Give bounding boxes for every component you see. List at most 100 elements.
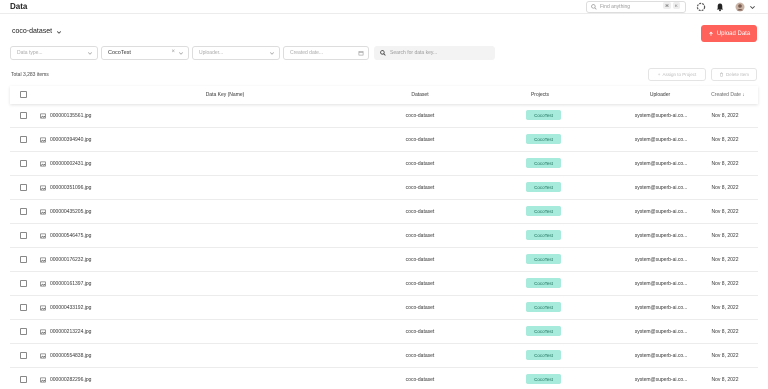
dataset-cell: coco-dataset — [405, 353, 435, 359]
project-tag[interactable]: CocoTest — [526, 326, 561, 336]
project-tag[interactable]: CocoTest — [526, 374, 561, 384]
uploader-cell: system@superb-ai.co... — [634, 329, 688, 335]
data-key-search-input[interactable]: Search for data key... — [374, 46, 495, 60]
uploader-cell: system@superb-ai.co... — [634, 305, 688, 311]
row-checkbox[interactable] — [20, 304, 27, 311]
project-tag[interactable]: CocoTest — [526, 134, 561, 144]
table-row[interactable]: 000000176232.jpg coco-dataset CocoTest syst… — [10, 248, 758, 272]
table-row[interactable]: 000000433192.jpg coco-dataset CocoTest syst… — [10, 296, 758, 320]
uploader-cell: system@superb-ai.co... — [634, 233, 688, 239]
delete-item-button[interactable]: Delete Item — [711, 68, 757, 81]
uploader-placeholder: Uploader... — [199, 50, 224, 56]
column-header-data-key[interactable]: Data Key (Name) — [170, 92, 280, 98]
table-row[interactable]: 000000282296.jpg coco-dataset CocoTest syst… — [10, 368, 758, 389]
table-row[interactable]: 000000161397.jpg coco-dataset CocoTest syst… — [10, 272, 758, 296]
uploader-cell: system@superb-ai.co... — [634, 185, 688, 191]
project-tag[interactable]: CocoTest — [526, 254, 561, 264]
global-search-placeholder: Find anything — [600, 4, 631, 10]
data-key-cell[interactable]: 000000282296.jpg — [50, 377, 91, 383]
table-row[interactable]: 000000351096.jpg coco-dataset CocoTest syst… — [10, 176, 758, 200]
row-checkbox[interactable] — [20, 232, 27, 239]
project-tag[interactable]: CocoTest — [526, 206, 561, 216]
shortcut-cmd-key: ⌘ — [663, 2, 671, 9]
row-checkbox[interactable] — [20, 160, 27, 167]
uploader-filter[interactable]: Uploader... — [192, 46, 280, 60]
column-header-dataset[interactable]: Dataset — [390, 92, 450, 98]
total-items-count: Total 3,283 items — [11, 72, 49, 78]
table-row[interactable]: 000000435205.jpg coco-dataset CocoTest syst… — [10, 200, 758, 224]
assign-to-project-button[interactable]: + Assign to Project — [648, 68, 706, 81]
dataset-selector[interactable]: coco-dataset — [12, 28, 62, 35]
data-key-cell[interactable]: 000000161397.jpg — [50, 281, 91, 287]
data-type-placeholder: Data type... — [17, 50, 43, 56]
created-date-cell: Nov 8, 2022 — [711, 137, 739, 143]
project-tag[interactable]: CocoTest — [526, 230, 561, 240]
row-checkbox[interactable] — [20, 184, 27, 191]
search-icon — [591, 4, 597, 10]
avatar[interactable] — [735, 2, 745, 12]
row-checkbox[interactable] — [20, 280, 27, 287]
data-key-cell[interactable]: 000000135561.jpg — [50, 113, 91, 119]
table-row[interactable]: 000000002431.jpg coco-dataset CocoTest syst… — [10, 152, 758, 176]
project-tag[interactable]: CocoTest — [526, 110, 561, 120]
assign-to-project-label: Assign to Project — [662, 72, 697, 77]
created-date-cell: Nov 8, 2022 — [711, 353, 739, 359]
table-row[interactable]: 000000135561.jpg coco-dataset CocoTest syst… — [10, 104, 758, 128]
chevron-down-icon — [269, 52, 275, 55]
uploader-cell: system@superb-ai.co... — [634, 209, 688, 215]
project-tag[interactable]: CocoTest — [526, 158, 561, 168]
project-tag[interactable]: CocoTest — [526, 182, 561, 192]
image-file-icon — [40, 377, 46, 383]
plus-icon: + — [657, 72, 661, 77]
image-file-icon — [40, 161, 46, 167]
upload-icon — [709, 31, 713, 36]
row-checkbox[interactable] — [20, 256, 27, 263]
project-filter[interactable]: CocoTest × — [101, 46, 189, 60]
data-key-cell[interactable]: 000000435205.jpg — [50, 209, 91, 215]
project-tag[interactable]: CocoTest — [526, 350, 561, 360]
image-file-icon — [40, 137, 46, 143]
clear-icon[interactable]: × — [171, 49, 175, 55]
upload-data-label: Upload Data — [716, 30, 751, 37]
data-key-cell[interactable]: 000000554838.jpg — [50, 353, 91, 359]
data-key-cell[interactable]: 000000546475.jpg — [50, 233, 91, 239]
table-row[interactable]: 000000554838.jpg coco-dataset CocoTest syst… — [10, 344, 758, 368]
row-checkbox[interactable] — [20, 352, 27, 359]
upload-data-button[interactable]: Upload Data — [701, 25, 757, 42]
select-all-checkbox[interactable] — [20, 91, 27, 98]
row-checkbox[interactable] — [20, 208, 27, 215]
data-key-cell[interactable]: 000000433192.jpg — [50, 305, 91, 311]
image-file-icon — [40, 329, 46, 335]
chevron-down-icon[interactable] — [749, 2, 756, 12]
table-row[interactable]: 000000213224.jpg coco-dataset CocoTest syst… — [10, 320, 758, 344]
column-header-uploader[interactable]: Uploader — [630, 92, 690, 98]
created-date-cell: Nov 8, 2022 — [711, 209, 739, 215]
row-checkbox[interactable] — [20, 112, 27, 119]
data-key-cell[interactable]: 000000394940.jpg — [50, 137, 91, 143]
created-date-cell: Nov 8, 2022 — [711, 281, 739, 287]
column-header-created-date[interactable]: Created Date ↓ — [700, 92, 756, 98]
created-date-filter[interactable]: Created date... — [283, 46, 369, 60]
row-checkbox[interactable] — [20, 136, 27, 143]
project-tag[interactable]: CocoTest — [526, 302, 561, 312]
chevron-down-icon — [56, 30, 62, 34]
data-key-cell[interactable]: 000000351096.jpg — [50, 185, 91, 191]
table-row[interactable]: 000000394940.jpg coco-dataset CocoTest syst… — [10, 128, 758, 152]
bell-icon[interactable] — [715, 2, 725, 12]
data-key-cell[interactable]: 000000213224.jpg — [50, 329, 91, 335]
dataset-cell: coco-dataset — [405, 257, 435, 263]
data-key-cell[interactable]: 000000176232.jpg — [50, 257, 91, 263]
project-tag[interactable]: CocoTest — [526, 278, 561, 288]
column-header-projects[interactable]: Projects — [510, 92, 570, 98]
row-checkbox[interactable] — [20, 328, 27, 335]
loading-icon[interactable] — [696, 2, 706, 12]
data-type-filter[interactable]: Data type... — [10, 46, 98, 60]
table-row[interactable]: 000000546475.jpg coco-dataset CocoTest syst… — [10, 224, 758, 248]
row-checkbox[interactable] — [20, 376, 27, 383]
created-date-cell: Nov 8, 2022 — [711, 161, 739, 167]
data-key-cell[interactable]: 000000002431.jpg — [50, 161, 91, 167]
shortcut-k-key: K — [673, 2, 680, 9]
global-search-input[interactable]: Find anything — [586, 1, 686, 13]
image-file-icon — [40, 281, 46, 287]
image-file-icon — [40, 185, 46, 191]
